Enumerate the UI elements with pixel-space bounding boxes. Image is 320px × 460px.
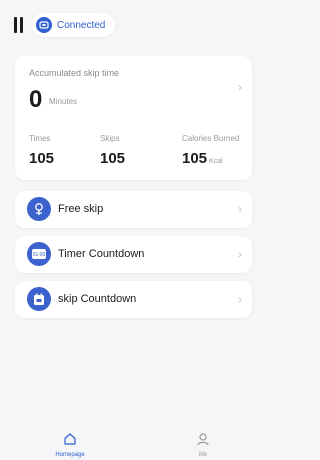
connection-status-label: Connected [57,19,106,31]
mode-timer-countdown[interactable]: 01:00 Timer Countdown › [15,236,252,273]
mode-label: Timer Countdown [58,248,145,260]
accumulated-time-value: 0 [29,86,43,113]
bottom-tab-bar: Homepage Me [0,428,266,460]
stat-label: Calories Burned [182,134,240,143]
chevron-right-icon: › [238,202,242,216]
accumulated-time-unit: Minutes [49,97,78,106]
mode-label: Free skip [58,203,104,215]
mode-free-skip[interactable]: Free skip › [15,191,252,228]
rope-icon [27,197,51,221]
accumulated-time-label: Accumulated skip time [29,68,120,78]
person-icon [197,433,209,446]
device-icon [36,17,52,33]
chevron-right-icon: › [238,247,242,261]
home-icon [64,433,76,445]
chevron-right-icon: › [238,292,242,306]
skip-summary-card[interactable]: Accumulated skip time 0 Minutes › Times … [15,56,252,180]
connection-status-pill[interactable]: Connected [32,13,116,37]
stat-unit: Kcal [209,158,223,165]
count-icon [27,287,51,311]
mode-label: skip Countdown [58,293,137,305]
svg-text:01:00: 01:00 [33,252,46,258]
tab-homepage[interactable]: Homepage [40,432,100,458]
top-bar: Connected [14,12,116,38]
stat-label: Skips [100,134,120,143]
stat-times: Times 105 [29,134,54,167]
timer-icon: 01:00 [27,242,51,266]
stat-calories: Calories Burned 105 Kcal [182,134,239,167]
status-bar [0,0,266,10]
stat-label: Times [29,134,51,143]
chevron-right-icon: › [238,80,242,94]
stat-value: 105 [100,150,126,167]
mode-skip-countdown[interactable]: skip Countdown › [15,281,252,318]
tab-label: Me [198,452,208,458]
menu-icon[interactable] [14,17,24,33]
tab-me[interactable]: Me [173,432,233,458]
stat-value: 105 [29,150,55,167]
tab-label: Homepage [55,452,85,458]
stat-value: 105 Kcal [182,150,223,167]
stat-skips: Skips 105 [100,134,125,167]
